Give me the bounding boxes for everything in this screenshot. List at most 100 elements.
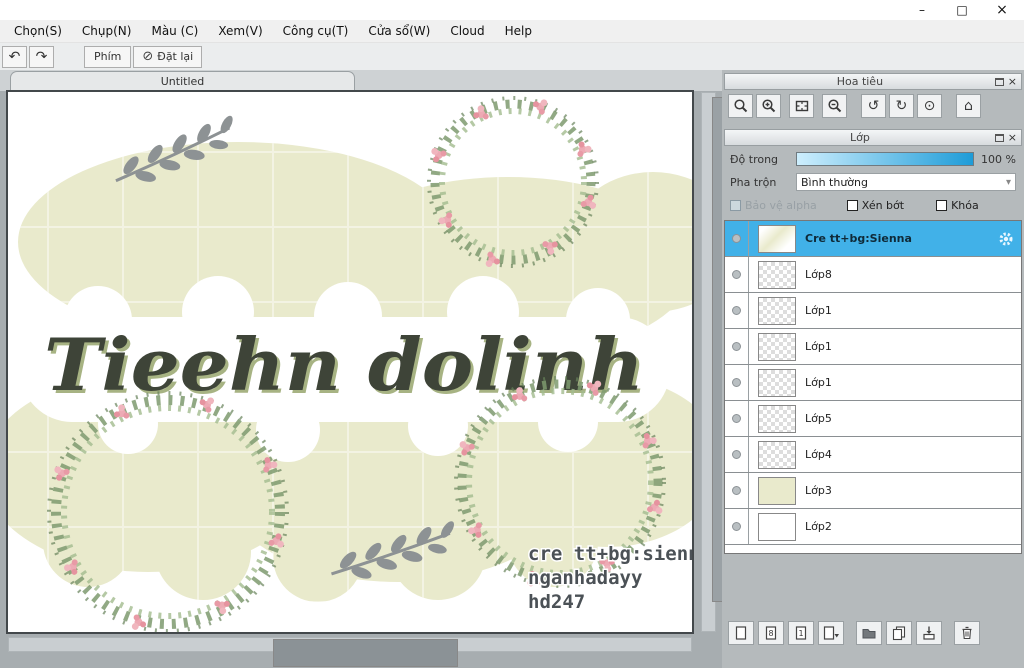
rotate-left-button[interactable]: ↺: [861, 94, 886, 118]
fit-screen-button[interactable]: [789, 94, 814, 118]
opacity-row: Độ trong 100 %: [730, 151, 1016, 167]
opacity-slider[interactable]: [796, 152, 974, 166]
canvas-vertical-scrollbar[interactable]: [701, 92, 750, 632]
visibility-dot-icon: [732, 306, 741, 315]
layer-visibility-toggle[interactable]: [725, 401, 749, 436]
menu-item-cloud[interactable]: Cloud: [440, 21, 494, 41]
maximize-button[interactable]: □: [942, 0, 982, 20]
delete-layer-button[interactable]: [954, 621, 980, 645]
detach-panel-icon[interactable]: [994, 77, 1004, 86]
layer-visibility-toggle[interactable]: [725, 257, 749, 292]
document-tab[interactable]: Untitled: [10, 71, 355, 91]
menu-item-congcu[interactable]: Công cụ(T): [273, 21, 359, 41]
reset-button-label: Đặt lại: [157, 50, 194, 63]
minimize-button[interactable]: –: [902, 0, 942, 20]
8bit-layer-icon: 8: [765, 626, 777, 640]
layer-actions-toolbar: 8 1: [728, 621, 984, 645]
credit-line-1: cre tt+bg:sienna: [528, 543, 692, 565]
layer-row[interactable]: Lớp8: [725, 257, 1021, 293]
layer-visibility-toggle[interactable]: [725, 509, 749, 544]
reset-view-button[interactable]: ⌂: [956, 94, 981, 118]
artwork: Tieehn dolinh Tieehn dolinh cre tt+bg:si…: [8, 96, 692, 632]
add-8bit-layer-button[interactable]: 8: [758, 621, 784, 645]
layer-row[interactable]: Lớp2: [725, 509, 1021, 545]
add-layer-menu-button[interactable]: [818, 621, 844, 645]
blend-label: Pha trộn: [730, 175, 777, 189]
layer-row[interactable]: Lớp3: [725, 473, 1021, 509]
layer-visibility-toggle[interactable]: [725, 293, 749, 328]
zoom-out-button[interactable]: [822, 94, 847, 118]
reset-icon: ⊘: [142, 49, 154, 64]
redo-button[interactable]: ↷: [29, 45, 54, 68]
layer-row[interactable]: Lớp1: [725, 293, 1021, 329]
zoom-in-button[interactable]: [756, 94, 781, 118]
layers-panel-header: Lớp ×: [724, 129, 1022, 146]
menu-item-cuaso[interactable]: Cửa sổ(W): [358, 21, 440, 41]
layer-name: Lớp2: [805, 520, 832, 533]
rotate-right-button[interactable]: ↻: [889, 94, 914, 118]
layer-row[interactable]: Lớp4: [725, 437, 1021, 473]
merge-down-icon: [923, 626, 935, 640]
layer-visibility-toggle[interactable]: [725, 365, 749, 400]
merge-layer-button[interactable]: [916, 621, 942, 645]
layer-row[interactable]: Lớp1: [725, 365, 1021, 401]
layer-name: Lớp8: [805, 268, 832, 281]
1bit-layer-icon: 1: [795, 626, 807, 640]
navigator-title: Hoa tiêu: [836, 75, 884, 88]
undo-button[interactable]: ↶: [2, 45, 27, 68]
layer-visibility-toggle[interactable]: [725, 329, 749, 364]
layer-visibility-toggle[interactable]: [725, 473, 749, 508]
layer-name: Lớp5: [805, 412, 832, 425]
menu-item-chon[interactable]: Chọn(S): [4, 21, 72, 41]
protect-alpha-checkbox[interactable]: Bảo vệ alpha: [730, 199, 817, 212]
blend-mode-select[interactable]: Bình thường ▾: [796, 173, 1016, 191]
key-button[interactable]: Phím: [84, 45, 132, 68]
layer-visibility-toggle[interactable]: [725, 437, 749, 472]
menu-item-mau[interactable]: Màu (C): [141, 21, 208, 41]
add-1bit-layer-button[interactable]: 1: [788, 621, 814, 645]
detach-panel-icon[interactable]: [994, 133, 1004, 142]
add-layer-button[interactable]: [728, 621, 754, 645]
menu-item-chup[interactable]: Chụp(N): [72, 21, 142, 41]
layer-row[interactable]: Cre tt+bg:Sienna: [725, 221, 1021, 257]
layer-thumbnail: [758, 476, 796, 505]
duplicate-layer-button[interactable]: [886, 621, 912, 645]
layer-thumbnail: [758, 260, 796, 289]
visibility-dot-icon: [732, 450, 741, 459]
canvas-horizontal-scrollbar[interactable]: [8, 637, 692, 667]
visibility-dot-icon: [732, 486, 741, 495]
layer-visibility-toggle[interactable]: [725, 221, 749, 256]
canvas[interactable]: Tieehn dolinh Tieehn dolinh cre tt+bg:si…: [8, 92, 692, 632]
visibility-dot-icon: [732, 414, 741, 423]
document-tab-bar: Untitled: [0, 70, 722, 91]
zoom-tool-button[interactable]: [728, 94, 753, 118]
clipping-checkbox[interactable]: Xén bớt: [846, 199, 904, 212]
layer-thumbnail: [758, 512, 796, 541]
horizontal-scroll-thumb[interactable]: [273, 639, 458, 667]
visibility-dot-icon: [732, 342, 741, 351]
lettering-text: Tieehn dolinh: [44, 322, 644, 407]
menu-item-help[interactable]: Help: [495, 21, 542, 41]
layers-title: Lớp: [849, 131, 870, 144]
layer-row[interactable]: Lớp1: [725, 329, 1021, 365]
reset-rotation-button[interactable]: ⊙: [917, 94, 942, 118]
add-folder-button[interactable]: [856, 621, 882, 645]
folder-icon: [862, 629, 876, 639]
reset-button[interactable]: ⊘ Đặt lại: [133, 45, 203, 68]
zoom-in-icon: [761, 99, 775, 113]
navigator-buttons: ↺ ↻ ⊙ ⌂: [728, 94, 984, 118]
credit-line-2: nganhadayy: [528, 567, 642, 589]
lock-label: Khóa: [951, 199, 979, 212]
layer-thumbnail: [758, 404, 796, 433]
layer-settings-gear-icon[interactable]: [998, 231, 1014, 247]
layer-thumbnail: [758, 440, 796, 469]
layers-close-icon[interactable]: ×: [1008, 132, 1017, 143]
navigator-close-icon[interactable]: ×: [1008, 76, 1017, 87]
layer-row[interactable]: Lớp5: [725, 401, 1021, 437]
trash-icon: [962, 626, 972, 640]
protect-alpha-label: Bảo vệ alpha: [745, 199, 817, 212]
layer-thumbnail: [758, 296, 796, 325]
menu-item-xem[interactable]: Xem(V): [208, 21, 272, 41]
close-button[interactable]: ×: [982, 0, 1022, 20]
lock-checkbox[interactable]: Khóa: [936, 199, 979, 212]
